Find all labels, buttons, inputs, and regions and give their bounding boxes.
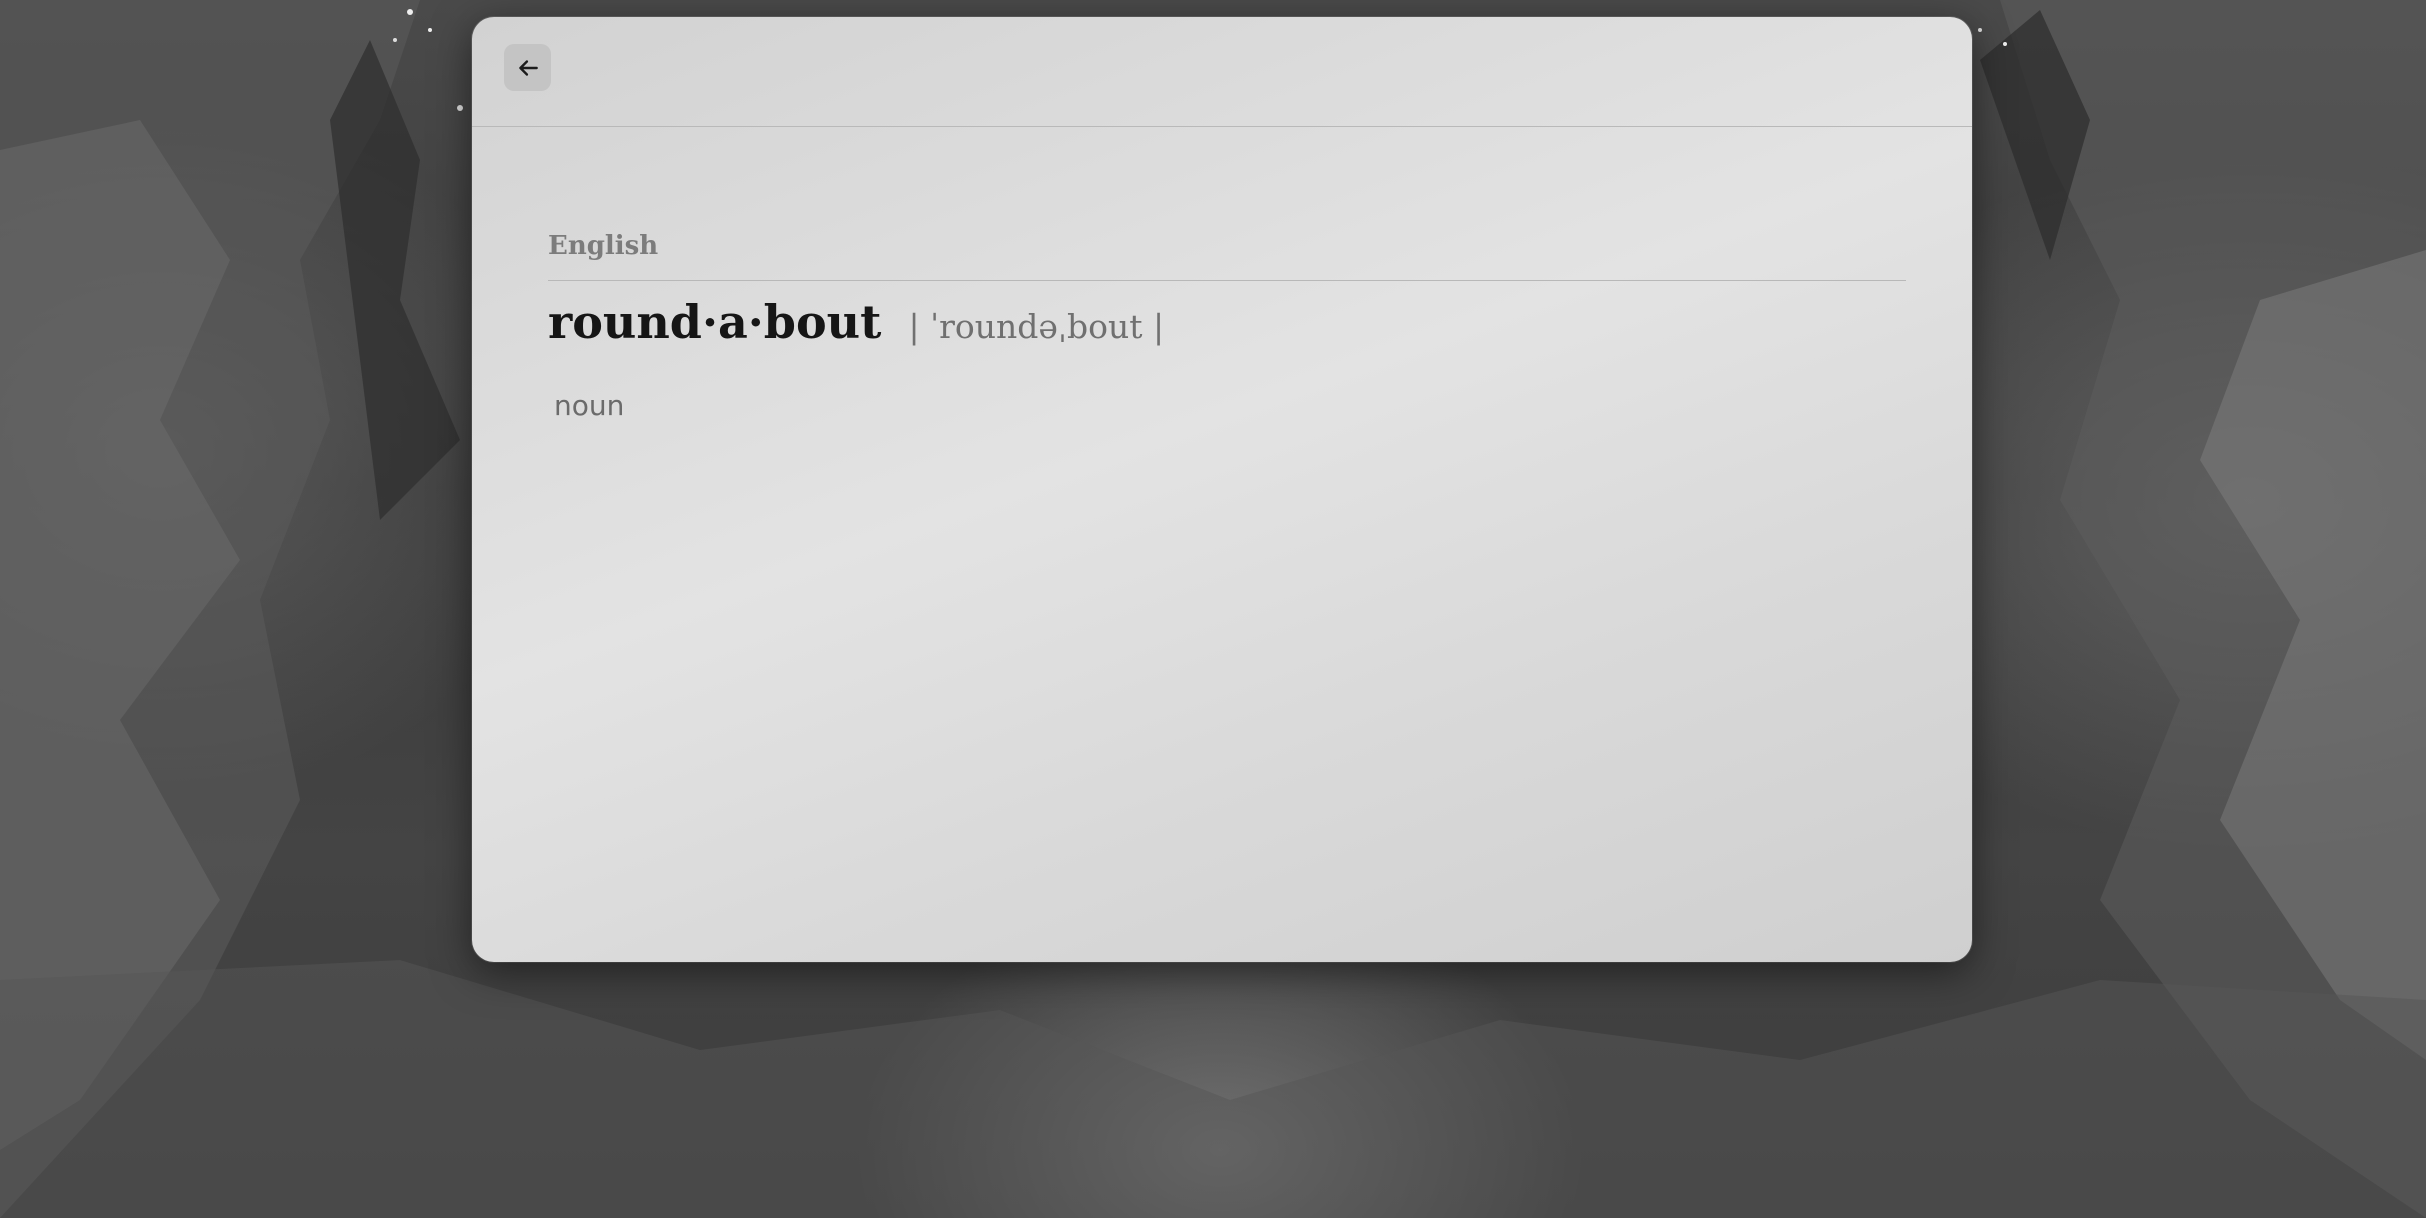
headword-line: round·a·bout | ˈroundəˌbout |	[548, 295, 1164, 349]
dictionary-panel: English round·a·bout | ˈroundəˌbout | no…	[472, 17, 1972, 962]
back-button[interactable]	[504, 44, 551, 91]
panel-toolbar	[472, 17, 1972, 127]
headword: round·a·bout	[548, 295, 882, 349]
language-heading: English	[548, 231, 659, 261]
language-divider	[548, 280, 1906, 281]
definition-content[interactable]: English round·a·bout | ˈroundəˌbout | no…	[472, 127, 1972, 902]
pronunciation: | ˈroundəˌbout |	[908, 307, 1165, 346]
arrow-left-icon	[518, 59, 538, 76]
part-of-speech-noun: noun	[554, 389, 625, 422]
